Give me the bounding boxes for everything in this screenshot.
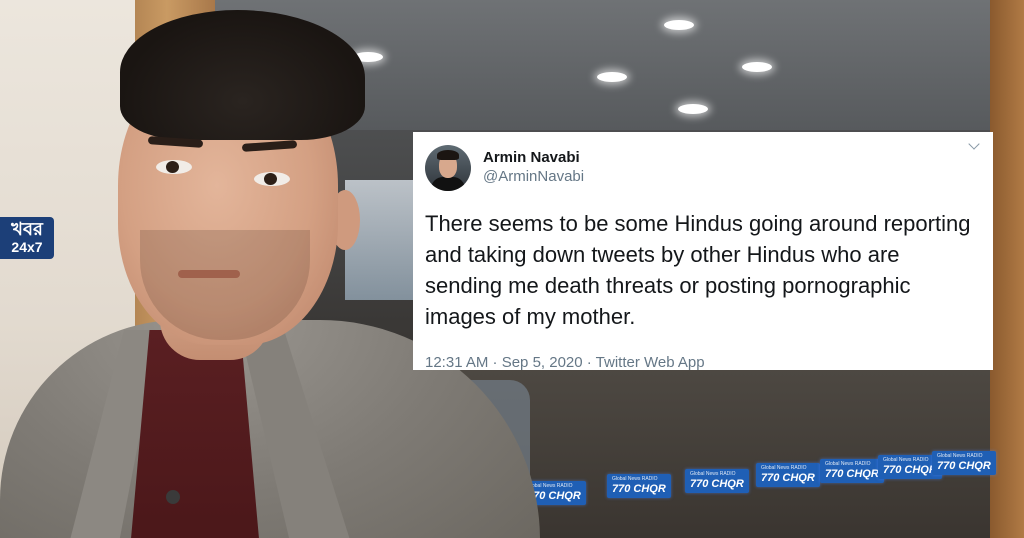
avatar[interactable] bbox=[425, 145, 471, 191]
radio-sign: Global News RADIO 770 CHQR bbox=[607, 474, 671, 498]
radio-sign: Global News RADIO 770 CHQR bbox=[820, 459, 884, 483]
shirt-button bbox=[166, 490, 180, 504]
logo-text: খবর bbox=[11, 219, 43, 239]
ceiling-light bbox=[678, 104, 708, 114]
radio-sign: Global News RADIO 770 CHQR bbox=[932, 451, 996, 475]
tweet-text: There seems to be some Hindus going arou… bbox=[425, 211, 971, 329]
person-hair bbox=[120, 10, 365, 140]
person-mouth bbox=[178, 270, 240, 278]
person-eye bbox=[254, 172, 290, 186]
chevron-down-icon[interactable] bbox=[969, 142, 979, 152]
author-handle[interactable]: @ArminNavabi bbox=[483, 168, 584, 187]
channel-logo-watermark: খবর 24x7 bbox=[0, 217, 54, 259]
logo-text: 24x7 bbox=[11, 239, 43, 255]
radio-sign: Global News RADIO 770 CHQR bbox=[685, 469, 749, 493]
person-eye bbox=[156, 160, 192, 174]
author-name[interactable]: Armin Navabi bbox=[483, 149, 584, 168]
person-shirt bbox=[130, 330, 260, 538]
tweet-timestamp[interactable]: 12:31 AM · Sep 5, 2020 · Twitter Web App bbox=[425, 354, 979, 371]
author-block: Armin Navabi @ArminNavabi bbox=[483, 149, 584, 187]
radio-sign: Global News RADIO 770 CHQR bbox=[756, 463, 820, 487]
ceiling-light bbox=[742, 62, 772, 72]
ceiling-light bbox=[597, 72, 627, 82]
tweet-card: Armin Navabi @ArminNavabi There seems to… bbox=[413, 132, 993, 371]
tweet-header: Armin Navabi @ArminNavabi bbox=[425, 142, 979, 194]
ceiling-light bbox=[664, 20, 694, 30]
